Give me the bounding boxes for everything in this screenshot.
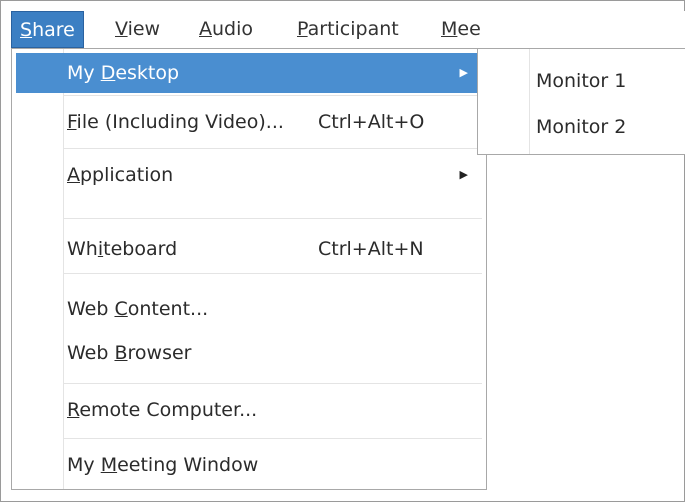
submenu-item-label: Monitor 2 xyxy=(536,116,627,138)
menu-item-application[interactable]: Application ▶ xyxy=(16,155,482,195)
label-mnemonic: B xyxy=(114,342,128,364)
menu-bar: Share View Audio Participant Mee xyxy=(11,11,685,48)
menu-participant[interactable]: Participant xyxy=(289,11,407,48)
label-post: emote Computer... xyxy=(79,399,258,421)
menu-item-label: Web Content... xyxy=(67,289,208,329)
menu-item-web-browser[interactable]: Web Browser xyxy=(16,333,482,373)
menu-item-label: File (Including Video)... xyxy=(67,102,284,142)
label-pre: My xyxy=(67,454,101,476)
label-pre: My xyxy=(67,62,101,84)
menu-participant-mnemonic: P xyxy=(297,18,308,40)
label-post: eeting Window xyxy=(117,454,259,476)
menu-item-remote-computer[interactable]: Remote Computer... xyxy=(16,390,482,430)
label-pre: Web xyxy=(67,298,115,320)
menu-share-text-post: hare xyxy=(32,19,75,41)
menu-audio[interactable]: Audio xyxy=(191,11,261,48)
label-pre: Wh xyxy=(67,238,98,260)
label-post: ontent... xyxy=(127,298,209,320)
submenu-arrow-icon: ▶ xyxy=(459,168,468,181)
menu-item-shortcut: Ctrl+Alt+O xyxy=(318,111,425,133)
menu-separator xyxy=(64,95,482,96)
menu-participant-text-post: articipant xyxy=(307,18,399,40)
submenu-item-monitor-2[interactable]: Monitor 2 xyxy=(482,107,685,147)
menu-audio-text-post: udio xyxy=(212,18,254,40)
menu-item-label: Remote Computer... xyxy=(67,390,257,430)
menu-item-label: My Meeting Window xyxy=(67,445,258,485)
label-post: rowser xyxy=(127,342,192,364)
label-post: ile (Including Video)... xyxy=(76,111,284,133)
label-pre: Web xyxy=(67,342,115,364)
menu-item-shortcut: Ctrl+Alt+N xyxy=(318,238,424,260)
menu-view[interactable]: View xyxy=(107,11,168,48)
label-mnemonic: D xyxy=(100,62,116,84)
submenu-item-label: Monitor 1 xyxy=(536,70,627,92)
menu-item-my-desktop[interactable]: My Desktop ▶ xyxy=(16,53,482,93)
menu-separator xyxy=(64,438,482,439)
label-mnemonic: F xyxy=(67,111,77,133)
label-mnemonic: R xyxy=(67,399,80,421)
label-post: teboard xyxy=(103,238,178,260)
menu-view-mnemonic: V xyxy=(115,18,128,40)
menu-item-label: Web Browser xyxy=(67,333,191,373)
app-window: Share View Audio Participant Mee My Desk… xyxy=(0,0,685,502)
menu-item-label: Whiteboard xyxy=(67,229,177,269)
menu-item-my-meeting-window[interactable]: My Meeting Window xyxy=(16,445,482,485)
menu-audio-mnemonic: A xyxy=(199,18,212,40)
menu-separator xyxy=(64,273,482,274)
menu-share[interactable]: Share xyxy=(11,11,84,48)
submenu-arrow-icon: ▶ xyxy=(459,66,468,79)
menu-item-label: My Desktop xyxy=(67,53,179,93)
menu-meeting[interactable]: Mee xyxy=(433,11,489,48)
menu-meeting-text-post: ee xyxy=(457,18,481,40)
menu-view-text-post: iew xyxy=(127,18,161,40)
menu-item-label: Application xyxy=(67,155,173,195)
menu-item-web-content[interactable]: Web Content... xyxy=(16,289,482,329)
label-post: esktop xyxy=(115,62,180,84)
menu-separator xyxy=(64,383,482,384)
menu-item-whiteboard[interactable]: Whiteboard Ctrl+Alt+N xyxy=(16,229,482,269)
menu-separator xyxy=(64,218,482,219)
share-dropdown-menu: My Desktop ▶ File (Including Video)... C… xyxy=(11,48,487,490)
menu-share-mnemonic: S xyxy=(20,19,33,41)
label-mnemonic: M xyxy=(100,454,118,476)
menu-item-file[interactable]: File (Including Video)... Ctrl+Alt+O xyxy=(16,102,482,142)
my-desktop-submenu: Monitor 1 Monitor 2 xyxy=(477,48,685,155)
submenu-item-monitor-1[interactable]: Monitor 1 xyxy=(482,61,685,101)
menu-meeting-mnemonic: M xyxy=(441,18,458,40)
label-mnemonic: A xyxy=(67,164,80,186)
menu-separator xyxy=(64,148,482,149)
label-post: pplication xyxy=(80,164,174,186)
label-mnemonic: C xyxy=(114,298,128,320)
